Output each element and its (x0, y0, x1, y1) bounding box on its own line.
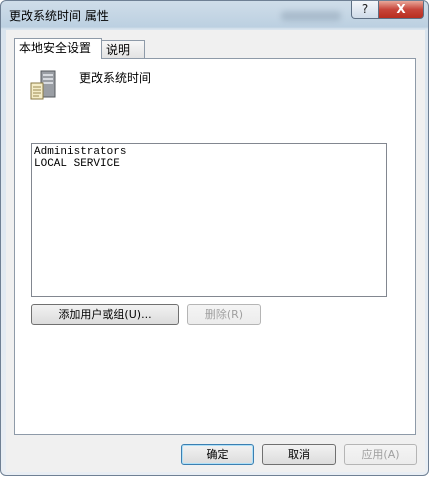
cancel-button[interactable]: 取消 (262, 444, 336, 465)
close-button[interactable]: X (378, 1, 424, 19)
help-button[interactable]: ? (351, 1, 379, 19)
remove-button[interactable]: 删除(R) (187, 304, 261, 325)
accounts-list[interactable]: Administrators LOCAL SERVICE (31, 143, 387, 297)
list-item[interactable]: LOCAL SERVICE (34, 158, 384, 170)
apply-button[interactable]: 应用(A) (344, 444, 417, 465)
add-user-or-group-button[interactable]: 添加用户或组(U)... (31, 304, 179, 325)
title-bar[interactable]: 更改系统时间 属性 ? X (1, 1, 428, 29)
list-item[interactable]: Administrators (34, 146, 384, 158)
properties-dialog: 更改系统时间 属性 ? X 本地安全设置 说明 更改系统时间 Administr… (0, 0, 429, 476)
server-computer-icon (30, 70, 56, 100)
window-title: 更改系统时间 属性 (9, 9, 109, 23)
tab-panel: 更改系统时间 Administrators LOCAL SERVICE 添加用户… (14, 58, 416, 435)
tab-explain[interactable]: 说明 (101, 40, 145, 58)
tab-local-security-setting[interactable]: 本地安全设置 (14, 38, 102, 59)
ok-button[interactable]: 确定 (181, 444, 254, 465)
dialog-client: 本地安全设置 说明 更改系统时间 Administrators LOCAL SE… (6, 30, 425, 472)
policy-name: 更改系统时间 (79, 71, 152, 85)
titlebar-blur (281, 11, 341, 21)
